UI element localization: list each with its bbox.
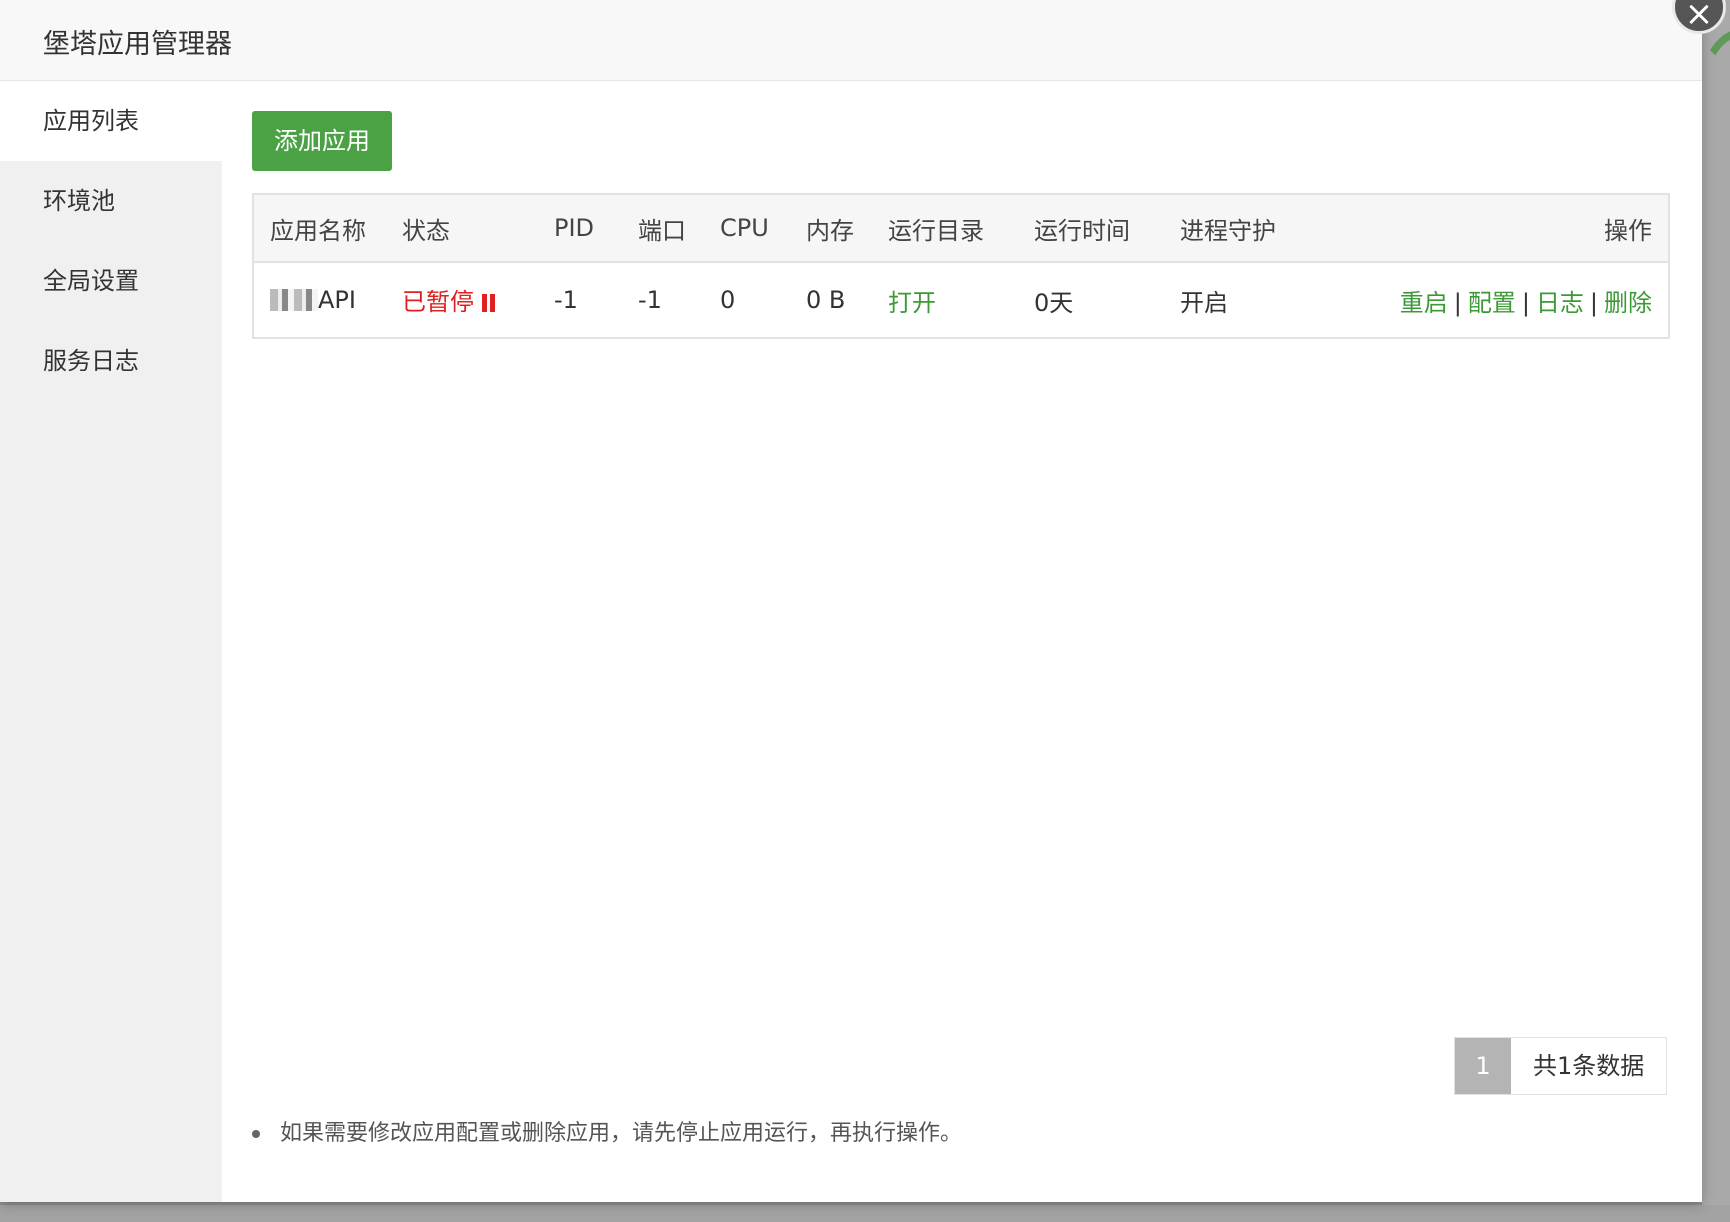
pagination: 1 共1条数据 (1454, 1037, 1668, 1095)
table-row: API 已暂停 -1 -1 0 0 B 打开 0天 开启 重启 | 配置 | 日志 | (253, 262, 1669, 338)
backdrop-bottom (0, 1205, 1730, 1222)
sidebar-item-label: 应用列表 (43, 107, 139, 135)
delete-link[interactable]: 删除 (1604, 289, 1652, 317)
cell-pid: -1 (554, 286, 578, 314)
cell-memory: 0 B (806, 286, 846, 314)
ops-separator: | (1521, 288, 1530, 317)
header-cpu: CPU (704, 194, 790, 263)
sidebar-item-service-log[interactable]: 服务日志 (0, 321, 222, 401)
page-1-button[interactable]: 1 (1455, 1038, 1511, 1094)
table-header-row: 应用名称 状态 PID 端口 CPU 内存 运行目录 运行时间 进程守护 操作 (253, 194, 1669, 263)
app-table: 应用名称 状态 PID 端口 CPU 内存 运行目录 运行时间 进程守护 操作 … (252, 193, 1670, 339)
header-pid: PID (538, 194, 622, 263)
app-manager-modal: 堡塔应用管理器 应用列表 环境池 全局设置 服务日志 添加应用 应用名称 状态 … (0, 0, 1726, 1202)
modal-header: 堡塔应用管理器 (0, 0, 1702, 81)
app-name-text: API (318, 286, 356, 314)
header-guard: 进程守护 (1164, 194, 1330, 263)
sidebar-item-global-settings[interactable]: 全局设置 (0, 241, 222, 321)
status-badge: 已暂停 (402, 288, 474, 316)
modal-title: 堡塔应用管理器 (43, 29, 232, 60)
config-link[interactable]: 配置 (1468, 289, 1516, 317)
cell-uptime: 0天 (1034, 288, 1074, 317)
sidebar-item-env-pool[interactable]: 环境池 (0, 161, 222, 241)
cell-guard: 开启 (1180, 288, 1228, 317)
redacted-name-mask (270, 289, 318, 311)
pager-total: 共1条数据 (1533, 1052, 1645, 1080)
cell-status: 已暂停 (386, 262, 538, 338)
sidebar-item-label: 全局设置 (43, 267, 139, 295)
header-app-name: 应用名称 (253, 194, 386, 263)
header-ops: 操作 (1330, 194, 1669, 263)
cell-ops: 重启 | 配置 | 日志 | 删除 (1330, 262, 1669, 338)
tip-text: 如果需要修改应用配置或删除应用，请先停止应用运行，再执行操作。 (280, 1121, 963, 1146)
main-content: 添加应用 应用名称 状态 PID 端口 CPU 内存 运行目录 运行时间 进程守… (222, 81, 1702, 1202)
sidebar-item-app-list[interactable]: 应用列表 (0, 81, 222, 161)
add-app-button[interactable]: 添加应用 (252, 111, 392, 171)
ops-separator: | (1589, 288, 1598, 317)
cell-run-dir: 打开 (872, 262, 1018, 338)
cell-port: -1 (638, 286, 662, 314)
header-memory: 内存 (790, 194, 872, 263)
pause-icon (482, 290, 498, 318)
open-dir-link[interactable]: 打开 (888, 289, 936, 317)
cell-app-name: API (253, 262, 386, 338)
bullet-icon (252, 1130, 260, 1138)
sidebar: 应用列表 环境池 全局设置 服务日志 (0, 81, 222, 1202)
close-icon: × (1684, 0, 1714, 34)
header-port: 端口 (622, 194, 704, 263)
header-status: 状态 (386, 194, 538, 263)
sidebar-item-label: 环境池 (43, 187, 115, 215)
sidebar-item-label: 服务日志 (43, 347, 139, 375)
header-run-dir: 运行目录 (872, 194, 1018, 263)
header-uptime: 运行时间 (1018, 194, 1164, 263)
log-link[interactable]: 日志 (1536, 289, 1584, 317)
ops-separator: | (1453, 288, 1462, 317)
cell-cpu: 0 (720, 286, 736, 314)
restart-link[interactable]: 重启 (1400, 289, 1448, 317)
tip-note: 如果需要修改应用配置或删除应用，请先停止应用运行，再执行操作。 (252, 1115, 962, 1147)
